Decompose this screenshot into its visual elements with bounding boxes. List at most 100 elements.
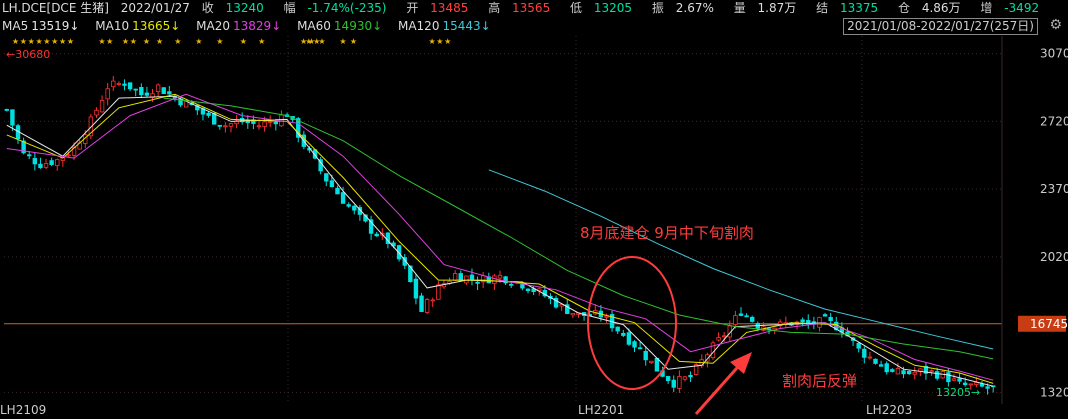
high-label: 高 — [488, 1, 501, 15]
change-label: 幅 — [283, 1, 296, 15]
candle-body — [929, 370, 934, 373]
kline-chart: ★★★★★★★★★★★★★★★★★★★★★★★★★★★★★ 3070027200… — [0, 0, 1068, 419]
candle-body — [901, 370, 906, 375]
low-field: 低 13205 — [570, 1, 640, 15]
candle-body — [862, 348, 867, 358]
star-marker: ★ — [35, 37, 42, 46]
star-marker: ★ — [143, 37, 150, 46]
amplitude-field: 振 2.67% — [652, 1, 722, 15]
star-marker: ★ — [318, 37, 325, 46]
candle-body — [497, 274, 503, 279]
star-marker: ★ — [240, 37, 247, 46]
candle-body — [122, 83, 127, 86]
candle-body — [800, 319, 805, 323]
star-marker: ★ — [122, 37, 129, 46]
ma60-label: MA60 — [297, 19, 331, 33]
candle-body — [621, 332, 626, 336]
candle-body — [817, 317, 822, 328]
star-marker: ★ — [436, 37, 443, 46]
oi-change-field: 增 -3492 — [980, 1, 1047, 15]
candle-body — [374, 233, 379, 237]
candle-body — [733, 315, 738, 325]
candle-body — [570, 312, 576, 316]
candle-body — [677, 376, 682, 389]
candle-body — [643, 350, 648, 361]
open-field: 开 13485 — [406, 1, 476, 15]
candle-body — [637, 347, 643, 350]
candle-body — [615, 326, 620, 332]
candle-body — [721, 335, 727, 338]
candle-body — [99, 100, 105, 113]
change-field: 幅 -1.74%(-235) — [284, 1, 395, 15]
candle-body — [682, 376, 688, 380]
candle-body — [509, 283, 514, 286]
star-marker: ★ — [428, 37, 435, 46]
candle-body — [985, 386, 990, 389]
candle-body — [329, 180, 335, 188]
candle-body — [895, 368, 901, 375]
candle-body — [340, 192, 346, 204]
candle-body — [413, 278, 419, 299]
candle-body — [458, 273, 463, 281]
annotation-text-1: 8月底建仓 9月中下旬割肉 — [580, 224, 754, 242]
candle-body — [105, 88, 110, 100]
ma-legend: MA5 13519↓ MA10 13665↓ MA20 13829↓ MA60 1493… — [2, 18, 832, 35]
oi-field: 仓 4.86万 — [898, 1, 969, 15]
star-marker: ★ — [195, 37, 202, 46]
candle-body — [951, 378, 957, 381]
symbol-label[interactable]: LH.DCE[DCE 生猪] — [2, 1, 109, 15]
candle-body — [856, 342, 861, 349]
candle-body — [10, 109, 15, 126]
annotation-text-2: 割肉后反弹 — [782, 372, 857, 390]
candle-body — [49, 160, 54, 165]
candle-body — [436, 284, 441, 300]
volume-value: 1.87万 — [757, 1, 797, 15]
star-marker: ★ — [258, 37, 265, 46]
candle-body — [32, 158, 38, 165]
candle-body — [934, 371, 940, 379]
candle-body — [957, 378, 962, 382]
candle-body — [27, 154, 32, 157]
quote-info-bar: LH.DCE[DCE 生猪] 2022/01/27 收 13240 幅 -1.7… — [2, 0, 1068, 17]
candle-body — [38, 163, 43, 169]
star-marker: ★ — [59, 37, 66, 46]
candle-body — [256, 125, 262, 128]
star-marker: ★ — [130, 37, 137, 46]
star-marker: ★ — [20, 37, 27, 46]
date-label: 2022/01/27 — [120, 1, 190, 15]
open-label: 开 — [406, 1, 419, 15]
candle-body — [464, 275, 469, 284]
max-price-label: ←30680 — [6, 48, 50, 61]
candle-body — [424, 299, 430, 313]
y-tick-label: 27200 — [1040, 114, 1068, 128]
star-marker: ★ — [12, 37, 19, 46]
close-label: 收 — [201, 1, 214, 15]
candle-body — [654, 357, 660, 372]
gear-icon[interactable]: ⚙ — [1049, 17, 1062, 33]
oi-change-value: -3492 — [1004, 1, 1040, 15]
candle-body — [116, 83, 122, 85]
candle-body — [632, 341, 637, 348]
star-marker: ★ — [43, 37, 50, 46]
star-marker: ★ — [156, 37, 163, 46]
star-marker: ★ — [51, 37, 58, 46]
candle-body — [946, 372, 951, 383]
candle-body — [890, 369, 895, 372]
change-value: -1.74%(-235) — [307, 1, 387, 15]
candle-body — [144, 92, 150, 96]
oi-value: 4.86万 — [921, 1, 961, 15]
volume-label: 量 — [733, 1, 746, 15]
star-marker: ★ — [216, 37, 223, 46]
candle-body — [43, 163, 49, 168]
candle-body — [111, 80, 116, 88]
min-price-label: 13205→ — [936, 386, 980, 399]
candle-body — [738, 313, 744, 316]
candle-body — [55, 159, 60, 166]
ma60-value: 14930↓ — [333, 19, 383, 33]
candle-body — [665, 376, 671, 381]
candle-body — [867, 356, 873, 359]
date-range-label[interactable]: 2021/01/08-2022/01/27(257日) — [843, 18, 1038, 35]
star-marker: ★ — [339, 37, 346, 46]
open-value: 13485 — [430, 1, 469, 15]
y-tick-label: 13200 — [1040, 385, 1068, 399]
